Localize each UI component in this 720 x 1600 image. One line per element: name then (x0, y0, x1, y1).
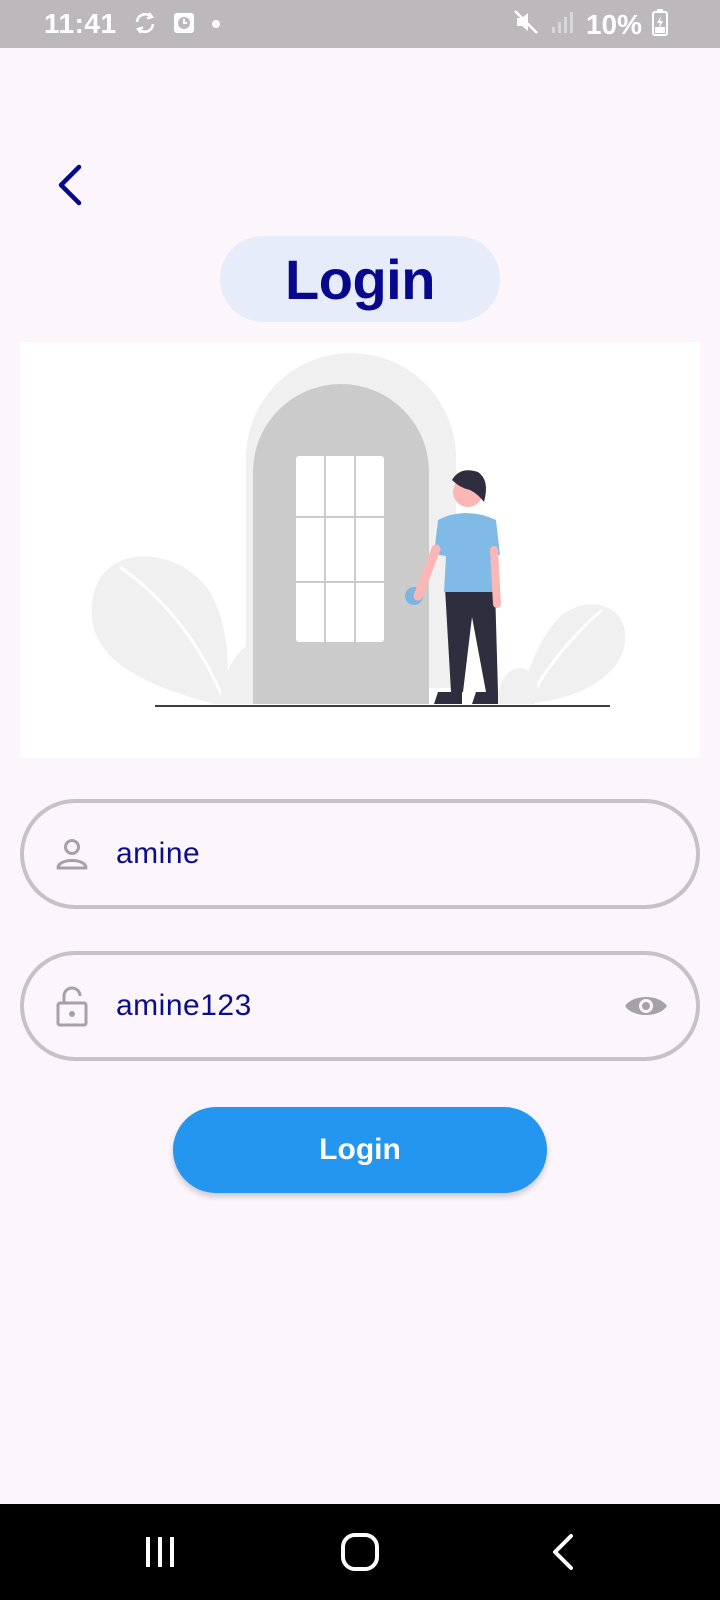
person-icon (52, 834, 92, 874)
status-right-icons: 10% (512, 8, 668, 41)
status-bar: 11:41 10% (0, 0, 720, 48)
back-icon[interactable] (532, 1528, 592, 1576)
username-field[interactable] (20, 799, 700, 909)
login-illustration (20, 342, 700, 758)
back-button[interactable] (50, 163, 90, 212)
home-icon[interactable] (330, 1528, 390, 1576)
status-left-icons (132, 10, 222, 41)
mute-icon (512, 8, 540, 41)
alarm-icon (172, 11, 196, 40)
recents-icon[interactable] (130, 1528, 190, 1576)
battery-percent: 10% (585, 8, 642, 40)
login-button[interactable]: Login (173, 1107, 547, 1193)
eye-icon[interactable] (622, 986, 670, 1026)
sync-icon (132, 10, 158, 41)
password-field[interactable] (20, 951, 700, 1061)
signal-icon (550, 9, 576, 40)
system-nav-bar (0, 1504, 720, 1600)
dot-icon (210, 17, 222, 35)
status-time: 11:41 (44, 8, 117, 39)
password-input[interactable] (116, 989, 606, 1023)
lock-icon (52, 986, 92, 1027)
page-title: Login (285, 247, 435, 311)
chevron-left-icon (55, 163, 85, 212)
title-pill: Login (220, 236, 500, 322)
username-input[interactable] (116, 837, 606, 871)
battery-charging-icon (652, 8, 668, 41)
